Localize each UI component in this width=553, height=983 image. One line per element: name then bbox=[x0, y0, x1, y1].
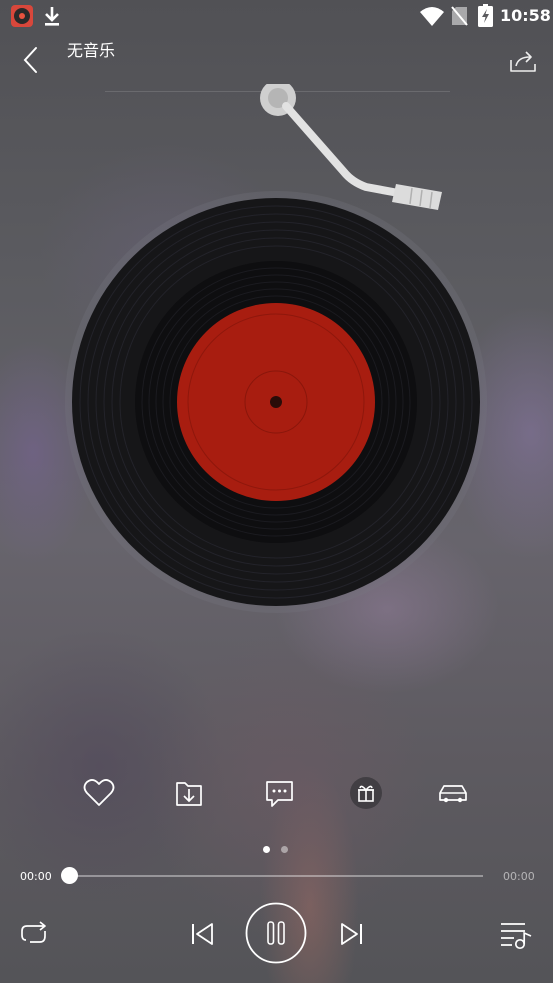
share-icon bbox=[510, 51, 536, 72]
page-dot[interactable] bbox=[281, 846, 288, 853]
battery-charging-icon bbox=[478, 4, 493, 27]
comment-button[interactable] bbox=[261, 776, 297, 810]
page-dot-active[interactable] bbox=[263, 846, 270, 853]
download-icon bbox=[45, 7, 59, 26]
next-button[interactable] bbox=[336, 918, 368, 950]
comment-icon bbox=[266, 781, 293, 807]
car-icon bbox=[439, 785, 467, 803]
pause-icon bbox=[245, 902, 307, 964]
like-button[interactable] bbox=[81, 776, 117, 810]
status-time: 10:58 bbox=[500, 6, 551, 25]
no-sim-icon bbox=[451, 6, 468, 26]
chevron-left-icon bbox=[23, 47, 37, 73]
back-button[interactable] bbox=[14, 44, 48, 78]
previous-button[interactable] bbox=[186, 918, 218, 950]
repeat-icon bbox=[21, 921, 46, 943]
status-bar: 10:58 bbox=[0, 0, 553, 32]
playlist-icon bbox=[501, 923, 532, 950]
skip-previous-icon bbox=[192, 923, 213, 945]
progress-thumb[interactable] bbox=[61, 867, 78, 884]
total-time: 00:00 bbox=[503, 870, 535, 883]
current-time: 00:00 bbox=[20, 870, 52, 883]
car-mode-button[interactable] bbox=[435, 776, 471, 810]
download-folder-icon bbox=[176, 782, 202, 806]
page-indicator bbox=[263, 846, 293, 854]
download-button[interactable] bbox=[171, 776, 207, 810]
skip-next-icon bbox=[341, 923, 362, 945]
tonearm bbox=[260, 84, 442, 210]
vinyl-record bbox=[65, 191, 487, 613]
progress-track[interactable] bbox=[69, 875, 483, 877]
gift-icon bbox=[350, 777, 382, 809]
gift-button[interactable] bbox=[348, 776, 384, 810]
page-title: 无音乐 bbox=[67, 41, 116, 60]
share-button[interactable] bbox=[506, 46, 540, 76]
playlist-button[interactable] bbox=[498, 918, 536, 952]
wifi-icon bbox=[420, 7, 444, 26]
play-pause-button[interactable] bbox=[245, 902, 307, 964]
heart-icon bbox=[83, 779, 115, 806]
repeat-button[interactable] bbox=[18, 918, 52, 950]
music-app-icon bbox=[11, 5, 33, 27]
